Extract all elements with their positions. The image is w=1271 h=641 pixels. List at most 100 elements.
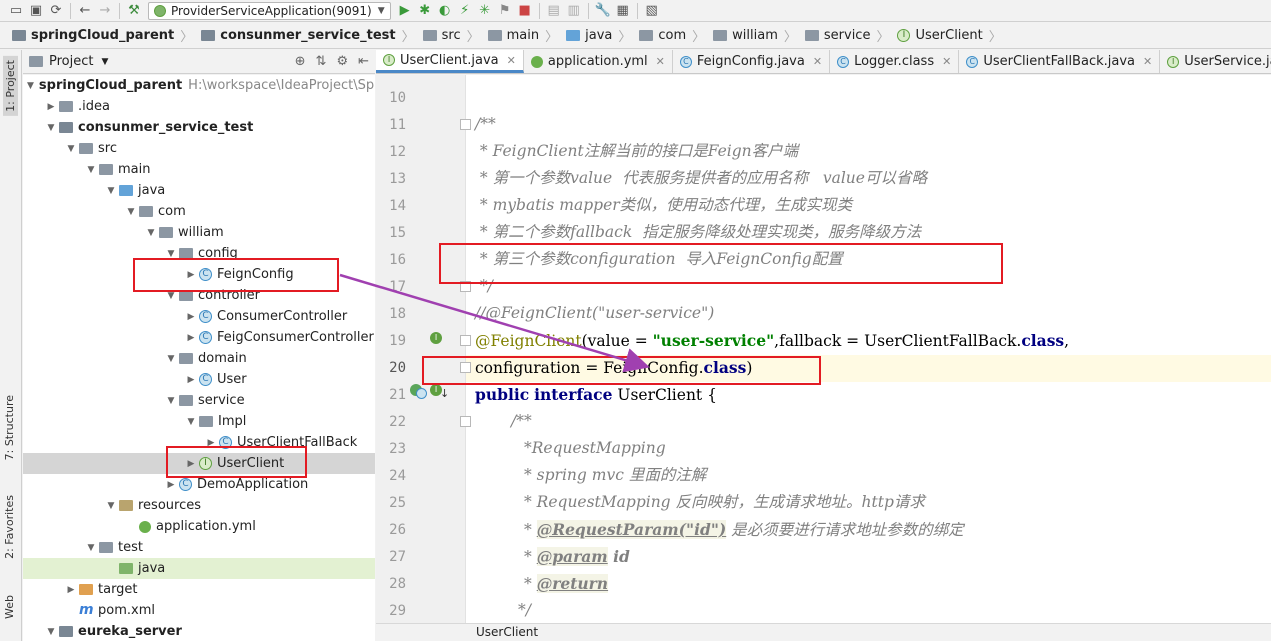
tool-tab-structure[interactable]: 7: Structure [3, 395, 16, 460]
close-icon[interactable]: ✕ [1143, 55, 1152, 68]
chevron-right-icon[interactable]: ▶ [183, 333, 199, 343]
breadcrumb-item[interactable]: springCloud_parent 〉 [8, 23, 197, 48]
chevron-down-icon[interactable]: ▼ [143, 228, 159, 238]
chevron-down-icon[interactable]: ▼ [83, 165, 99, 175]
tab-logger-class[interactable]: C Logger.class ✕ [830, 50, 960, 73]
chevron-down-icon[interactable]: ▼ [43, 123, 59, 133]
locate-icon[interactable]: ⊕ [295, 54, 306, 69]
tab-userclient[interactable]: I UserClient.java ✕ [376, 50, 524, 73]
save-icon[interactable]: ▣ [26, 2, 46, 20]
debug-icon[interactable]: ✱ [415, 2, 435, 20]
tree-item[interactable]: ▶ .idea [23, 96, 375, 117]
tree-item[interactable]: java [23, 558, 375, 579]
breadcrumb-item[interactable]: service 〉 [801, 23, 894, 48]
fold-marker-icon[interactable] [460, 335, 471, 346]
tree-item[interactable]: ▼ com [23, 201, 375, 222]
breadcrumb-item[interactable]: william 〉 [709, 23, 801, 48]
chevron-right-icon[interactable]: ▶ [183, 312, 199, 322]
gear-icon[interactable]: ⚙ [336, 54, 348, 69]
breadcrumb-item[interactable]: main 〉 [484, 23, 563, 48]
close-icon[interactable]: ✕ [656, 55, 665, 68]
tool-tab-web[interactable]: Web [3, 595, 16, 619]
chevron-down-icon[interactable]: ▼ [103, 501, 119, 511]
close-icon[interactable]: ✕ [942, 55, 951, 68]
breadcrumb-item[interactable]: com 〉 [635, 23, 709, 48]
project-structure-icon[interactable]: ▦ [613, 2, 633, 20]
tab-feignconfig[interactable]: C FeignConfig.java ✕ [673, 50, 831, 73]
vcs-commit-icon[interactable]: ▥ [564, 2, 584, 20]
chevron-down-icon[interactable]: ▼ [27, 81, 34, 91]
build-icon[interactable]: ⚒ [124, 2, 144, 20]
close-icon[interactable]: ✕ [507, 54, 516, 67]
breadcrumb-item[interactable]: java 〉 [562, 23, 635, 48]
tree-item[interactable]: ▼ consunmer_service_test [23, 117, 375, 138]
back-icon[interactable]: ← [75, 2, 95, 20]
breadcrumb-item[interactable]: consunmer_service_test 〉 [197, 23, 418, 48]
chevron-down-icon[interactable]: ▼ [43, 627, 59, 637]
tree-item[interactable]: ▼ springCloud_parent H:\workspace\IdeaProj… [23, 75, 375, 96]
close-icon[interactable]: ✕ [813, 55, 822, 68]
collapse-icon[interactable]: ⇅ [316, 54, 327, 69]
tree-item[interactable]: application.yml [23, 516, 375, 537]
tree-item[interactable]: ▼ resources [23, 495, 375, 516]
tab-userclientfallback[interactable]: C UserClientFallBack.java ✕ [959, 50, 1161, 73]
tree-item[interactable]: ▶ C ConsumerController [23, 306, 375, 327]
breadcrumb-item[interactable]: src 〉 [419, 23, 484, 48]
chevron-down-icon[interactable]: ▼ [163, 291, 179, 301]
code-editor[interactable]: 10 11 12 13 14 15 16 17 18 19 20 21 22 2… [376, 75, 1271, 623]
forward-icon[interactable]: → [95, 2, 115, 20]
vcs-update-icon[interactable]: ▤ [544, 2, 564, 20]
stop-icon[interactable]: ■ [515, 2, 535, 20]
chevron-right-icon[interactable]: ▶ [163, 480, 179, 490]
hide-icon[interactable]: ⇤ [358, 54, 369, 69]
implemented-icon[interactable]: I [430, 332, 442, 344]
tab-userservice[interactable]: IUserService.java✕ [1160, 50, 1271, 73]
chevron-down-icon[interactable]: ▼ [163, 354, 179, 364]
chevron-right-icon: 〉 [545, 30, 559, 45]
chevron-down-icon[interactable]: ▼ [183, 417, 199, 427]
class-icon[interactable] [416, 388, 427, 399]
tree-item[interactable]: ▶ C User [23, 369, 375, 390]
chevron-down-icon[interactable]: ▼ [83, 543, 99, 553]
tab-application-yml[interactable]: application.yml ✕ [524, 50, 673, 73]
profile-icon[interactable]: ⚡ [455, 2, 475, 20]
tree-item[interactable]: ▼ src [23, 138, 375, 159]
tree-item[interactable]: ▼ Impl [23, 411, 375, 432]
deploy-icon[interactable]: ⚑ [495, 2, 515, 20]
tree-item[interactable]: ▼ java [23, 180, 375, 201]
breadcrumb-item[interactable]: I UserClient 〉 [893, 23, 1005, 48]
arrow-down-icon[interactable]: ↓ [440, 387, 449, 400]
run-config-select[interactable]: ProviderServiceApplication(9091) ▼ [148, 1, 391, 20]
tree-item[interactable]: ▼ main [23, 159, 375, 180]
panel-title[interactable]: Project [49, 54, 93, 69]
tree-item[interactable]: ▼ test [23, 537, 375, 558]
chevron-right-icon[interactable]: ▶ [43, 102, 59, 112]
fold-marker-icon[interactable] [460, 119, 471, 130]
chevron-down-icon[interactable]: ▼ [103, 186, 119, 196]
tool-tab-project[interactable]: 1: Project [3, 56, 18, 116]
sdk-manager-icon[interactable]: ▧ [642, 2, 662, 20]
tree-item[interactable]: ▶ target [23, 579, 375, 600]
tree-item[interactable]: m pom.xml [23, 600, 375, 621]
chevron-down-icon[interactable]: ▼ [163, 396, 179, 406]
tree-item[interactable]: ▶ C FeigConsumerController [23, 327, 375, 348]
tree-item[interactable]: ▼ service [23, 390, 375, 411]
coverage-icon[interactable]: ◐ [435, 2, 455, 20]
chevron-down-icon[interactable]: ▼ [163, 249, 179, 259]
chevron-right-icon[interactable]: ▶ [63, 585, 79, 595]
chevron-down-icon[interactable]: ▼ [101, 57, 108, 67]
status-context[interactable]: UserClient [476, 625, 538, 639]
run-icon[interactable]: ▶ [395, 2, 415, 20]
chevron-right-icon[interactable]: ▶ [183, 375, 199, 385]
fold-marker-icon[interactable] [460, 416, 471, 427]
tree-item[interactable]: ▼ william [23, 222, 375, 243]
chevron-down-icon[interactable]: ▼ [63, 144, 79, 154]
tool-tab-favorites[interactable]: 2: Favorites [3, 495, 16, 559]
chevron-down-icon[interactable]: ▼ [123, 207, 139, 217]
tree-item[interactable]: ▼ domain [23, 348, 375, 369]
tree-item[interactable]: ▼ eureka_server [23, 621, 375, 641]
open-icon[interactable]: ▭ [6, 2, 26, 20]
sync-icon[interactable]: ⟳ [46, 2, 66, 20]
attach-debugger-icon[interactable]: ✳ [475, 2, 495, 20]
settings-icon[interactable]: 🔧 [593, 2, 613, 20]
